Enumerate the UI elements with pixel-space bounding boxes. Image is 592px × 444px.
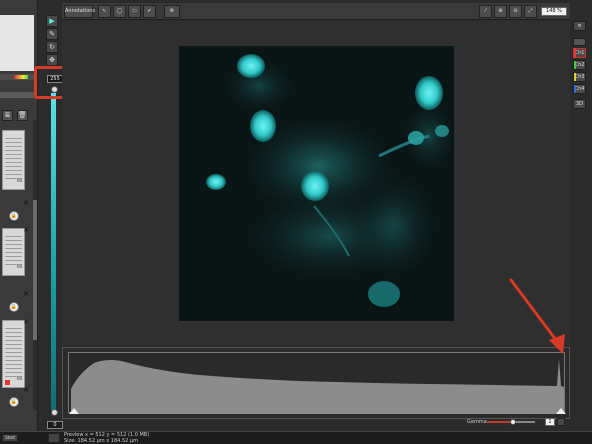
close-icon[interactable]: ✕	[22, 226, 30, 234]
channel-menu-icon[interactable]: ≡	[573, 21, 586, 31]
channel-color-swatch	[574, 73, 576, 81]
zoom-level-field[interactable]: 148 %	[541, 7, 567, 16]
zoom-out-icon[interactable]: ⊖	[509, 5, 522, 18]
top-toolbar: Annotations ↖ ◯ ▭ ✔ ⚙ ⁄ ⊕ ⊖ ⤢ 148 %	[62, 3, 570, 20]
lock-icon[interactable]: 🔒	[9, 302, 19, 312]
min-slider-handle[interactable]	[51, 409, 58, 416]
lock-icon[interactable]: 🔒	[9, 397, 19, 407]
panel-scrollbar[interactable]	[33, 120, 37, 410]
fit-to-screen-icon[interactable]: ⤢	[524, 5, 537, 18]
channel-card[interactable]: ml	[2, 130, 25, 190]
histogram-plot	[69, 359, 566, 414]
microscopy-image[interactable]	[179, 46, 454, 321]
channel-color-swatch	[574, 49, 576, 57]
close-icon[interactable]: ✕	[22, 199, 30, 207]
image-viewer[interactable]	[62, 21, 570, 345]
pan-icon[interactable]: ✥	[46, 54, 58, 66]
close-icon[interactable]: ✕	[22, 290, 30, 298]
lock-icon[interactable]: 🔒	[9, 211, 19, 221]
zoom-in-icon[interactable]: ⊕	[494, 5, 507, 18]
delete-button[interactable]: 🗑	[17, 110, 28, 121]
channel-label: Ch2	[574, 62, 585, 68]
ellipse-tool-icon[interactable]: ◯	[113, 5, 126, 18]
card-unit-label: ml	[16, 264, 22, 269]
min-value-field[interactable]: 0	[47, 421, 63, 429]
status-bar: Start Preview x = 512 y = 512 (1.0 MB) S…	[0, 431, 592, 444]
3d-view-button[interactable]: 3D	[573, 99, 586, 109]
card-unit-label: ml	[16, 376, 22, 381]
panel-header-area	[0, 15, 34, 71]
channel-label: Ch3	[574, 74, 585, 80]
channel-color-bar[interactable]	[51, 93, 56, 411]
panel-strip	[0, 92, 34, 98]
annotations-button[interactable]: Annotations	[64, 5, 95, 18]
checkmark-icon[interactable]: ✔	[143, 5, 156, 18]
card-unit-label: ml	[16, 178, 22, 183]
annotation-arrow-icon	[509, 278, 565, 354]
color-swatch	[5, 380, 10, 385]
channel-button-ch1[interactable]: Ch1	[573, 48, 586, 58]
channel-card[interactable]: ml	[2, 320, 25, 388]
gamma-slider-fill	[487, 421, 512, 423]
gamma-label: Gamma	[467, 419, 487, 425]
scrollbar-thumb[interactable]	[33, 200, 37, 340]
settings-icon[interactable]: ⚙	[164, 5, 180, 18]
channel-all-icon[interactable]	[573, 38, 586, 46]
cell-image	[179, 46, 454, 321]
histogram-curve	[71, 359, 564, 414]
channel-strip: ≡ Ch1 Ch2 Ch3 Ch4 3D	[571, 17, 588, 112]
rotate-icon[interactable]: ↻	[46, 41, 58, 53]
channel-label: Ch1	[574, 50, 585, 56]
rectangle-tool-icon[interactable]: ▭	[128, 5, 141, 18]
channel-color-swatch	[574, 61, 576, 69]
status-size-info: Size: 184.52 µm x 184.52 µm	[64, 438, 138, 444]
measure-icon[interactable]: ⁄	[479, 5, 492, 18]
gamma-value-field[interactable]: 1	[545, 418, 555, 426]
channel-label: Ch4	[574, 86, 585, 92]
close-icon[interactable]: ✕	[22, 318, 30, 326]
gamma-reset-button[interactable]	[557, 418, 565, 426]
play-icon[interactable]: ▶	[46, 15, 58, 27]
channel-button-ch3[interactable]: Ch3	[573, 72, 586, 82]
gamma-slider-handle[interactable]	[510, 419, 516, 425]
close-icon[interactable]: ✕	[22, 386, 30, 394]
select-tool-icon[interactable]: ↖	[98, 5, 111, 18]
histogram[interactable]	[68, 352, 566, 414]
left-panel: ≣ 🗑 ml ✕ 🔒 ml ✕ ✕ 🔒 ml ✕ ✕ 🔒	[0, 0, 38, 432]
vertical-toolbar: ▶ ✎ ↻ ✥	[46, 15, 60, 70]
color-indicator	[14, 75, 28, 79]
brush-icon[interactable]: ✎	[46, 28, 58, 40]
channel-button-ch2[interactable]: Ch2	[573, 60, 586, 70]
list-view-button[interactable]: ≣	[2, 110, 13, 121]
console-icon[interactable]	[48, 433, 60, 443]
channel-card[interactable]: ml	[2, 228, 25, 276]
channel-color-swatch	[574, 85, 576, 93]
start-button[interactable]: Start	[2, 434, 18, 442]
channel-button-ch4[interactable]: Ch4	[573, 84, 586, 94]
